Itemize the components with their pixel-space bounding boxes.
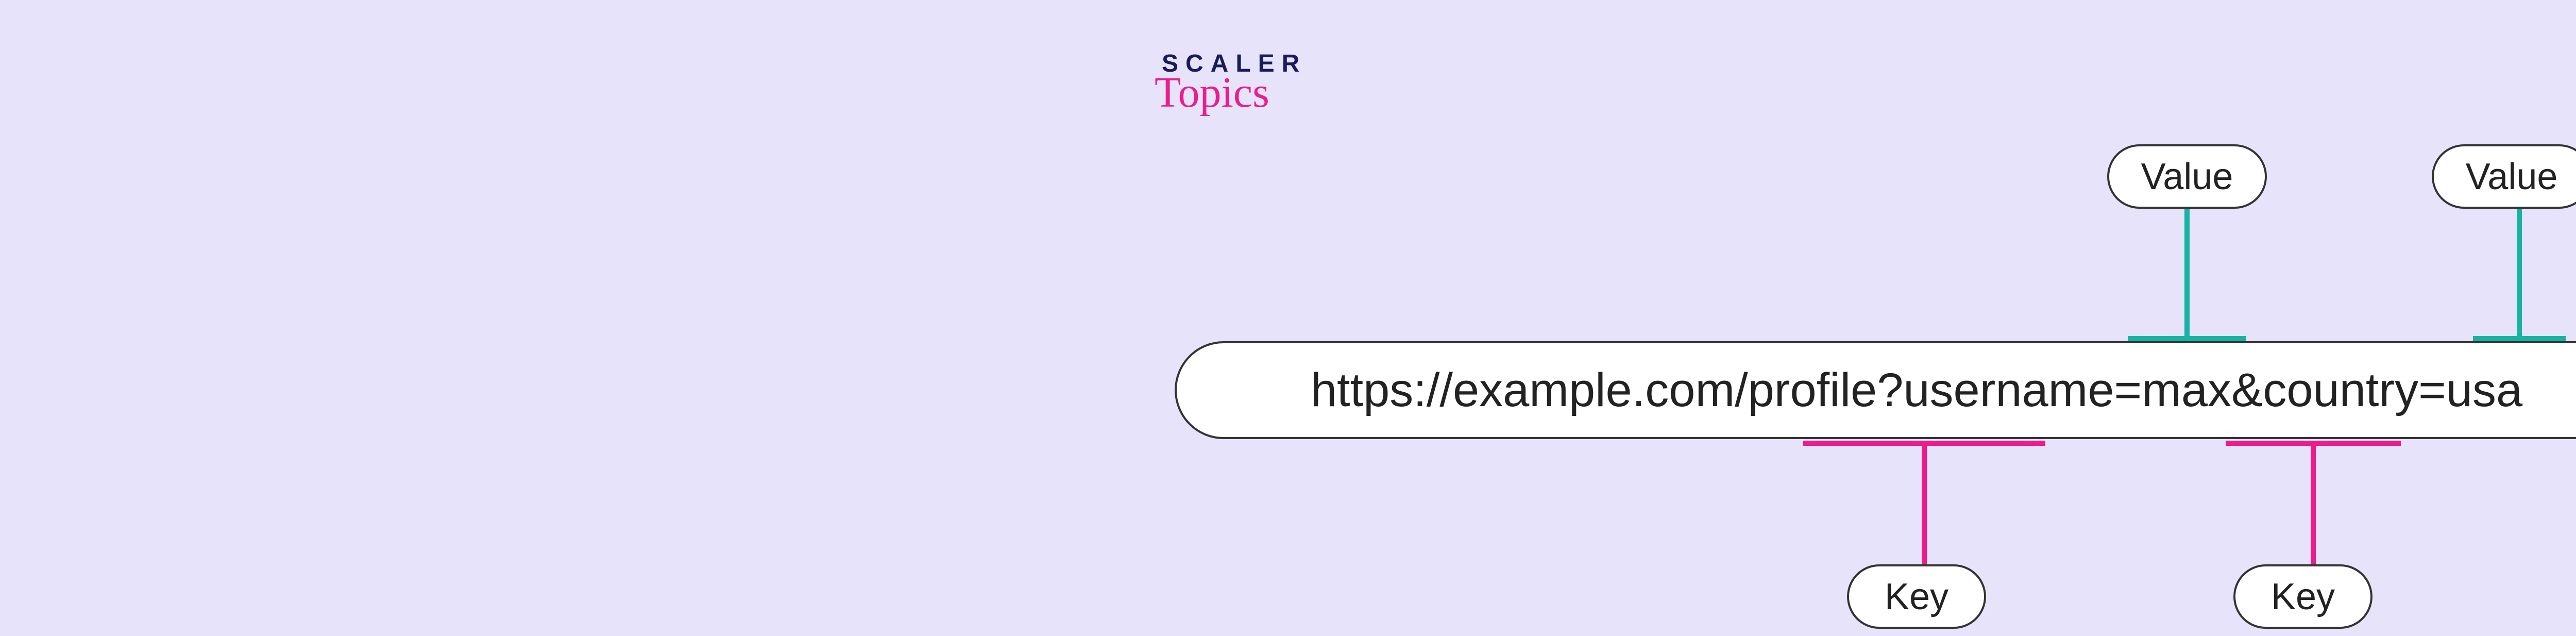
- brand-logo: SCALER Topics: [1162, 52, 1307, 114]
- connector-value-2: [2473, 209, 2566, 341]
- connector-value-1: [2128, 209, 2246, 341]
- url-display: https://example.com/profile?username=max…: [1175, 341, 2576, 439]
- url-text: https://example.com/profile?username=max…: [1311, 363, 2522, 417]
- connector-key-2: [2226, 441, 2401, 564]
- value-label-2: Value: [2432, 144, 2576, 209]
- connector-key-1: [1803, 441, 2045, 564]
- key-label-1: Key: [1847, 564, 1986, 629]
- value-label-1: Value: [2107, 144, 2267, 209]
- key-label-2: Key: [2233, 564, 2372, 629]
- brand-logo-sub: Topics: [1155, 71, 1307, 114]
